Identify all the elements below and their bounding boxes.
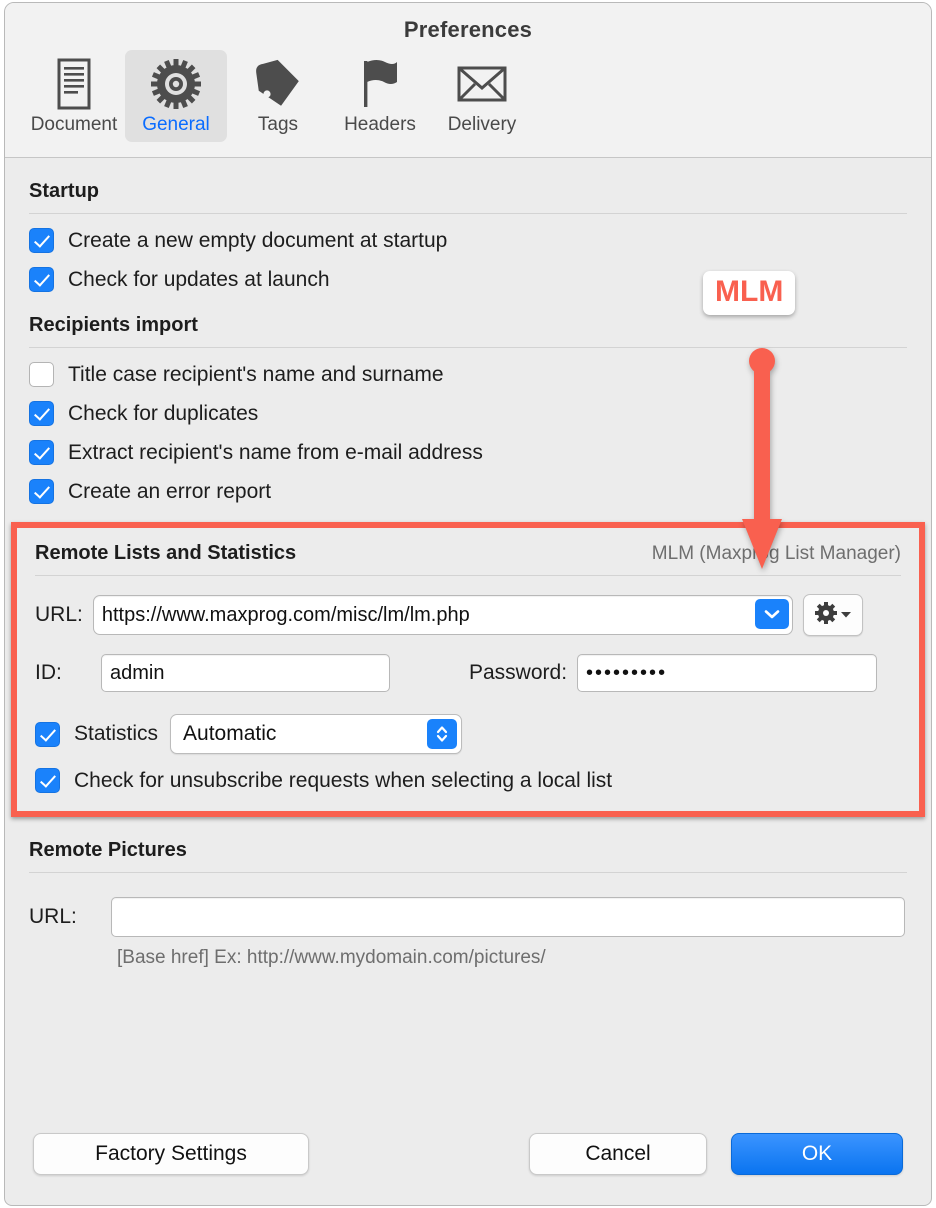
remote-pictures-url-row: URL:: [29, 897, 907, 937]
toolbar: Document General Tags Headers Delivery: [5, 50, 931, 142]
divider: [29, 213, 907, 214]
toolbar-item-tags[interactable]: Tags: [227, 50, 329, 142]
remote-lists-password-input[interactable]: •••••••••: [577, 654, 878, 692]
checkbox-row-statistics[interactable]: Statistics Automatic: [35, 714, 901, 754]
toolbar-label-general: General: [142, 114, 210, 135]
toolbar-item-document[interactable]: Document: [23, 50, 125, 142]
tag-icon: [227, 56, 329, 112]
envelope-icon: [431, 56, 533, 112]
section-title-remote-pictures: Remote Pictures: [29, 839, 187, 861]
checkbox-statistics[interactable]: [35, 721, 60, 747]
remote-lists-id-label: ID:: [35, 661, 62, 684]
window-title: Preferences: [403, 17, 533, 42]
statistics-select[interactable]: Automatic: [170, 714, 463, 754]
dialog-footer: Factory Settings Cancel OK: [5, 1133, 931, 1175]
checkbox-check-duplicates[interactable]: [29, 401, 54, 426]
divider: [29, 872, 907, 873]
remote-lists-url-label: URL:: [35, 603, 83, 626]
checkbox-create-new-document[interactable]: [29, 228, 54, 253]
toolbar-item-delivery[interactable]: Delivery: [431, 50, 533, 142]
remote-pictures-url-label: URL:: [29, 905, 77, 928]
chevron-down-icon[interactable]: [754, 599, 789, 629]
remote-pictures-hint: [Base href] Ex: http://www.mydomain.com/…: [117, 947, 546, 968]
remote-lists-credentials-row: ID: admin Password: •••••••••: [35, 654, 901, 692]
checkbox-error-report[interactable]: [29, 479, 54, 504]
remote-lists-password-label: Password:: [469, 661, 568, 684]
toolbar-item-general[interactable]: General: [125, 50, 227, 142]
checkbox-label-extract-name: Extract recipient's name from e-mail add…: [68, 440, 483, 464]
section-title-recipients-import: Recipients import: [29, 314, 198, 336]
checkbox-check-updates[interactable]: [29, 267, 54, 292]
flag-icon: [329, 56, 431, 112]
toolbar-label-document: Document: [30, 114, 118, 135]
annotation-badge-mlm: MLM: [703, 271, 796, 315]
checkbox-title-case[interactable]: [29, 362, 54, 387]
checkbox-label-create-new-document: Create a new empty document at startup: [68, 228, 448, 252]
chevron-up-down-icon[interactable]: [427, 719, 458, 749]
remote-lists-url-input[interactable]: https://www.maxprog.com/misc/lm/lm.php: [92, 595, 793, 635]
gear-icon: [125, 56, 227, 112]
remote-lists-gear-menu-button[interactable]: [802, 594, 863, 636]
preferences-window: Preferences Document General Tags Header…: [4, 2, 932, 1206]
section-title-startup: Startup: [29, 180, 99, 202]
toolbar-label-headers: Headers: [344, 114, 416, 135]
remote-lists-highlight-box: Remote Lists and Statistics MLM (Maxprog…: [11, 522, 925, 817]
remote-pictures-url-input[interactable]: [111, 897, 905, 937]
checkbox-label-unsubscribe: Check for unsubscribe requests when sele…: [74, 768, 613, 792]
checkbox-label-error-report: Create an error report: [68, 479, 272, 503]
checkbox-row-create-new-document[interactable]: Create a new empty document at startup: [29, 228, 907, 253]
checkbox-row-unsubscribe[interactable]: Check for unsubscribe requests when sele…: [35, 768, 901, 793]
remote-lists-password-value: •••••••••: [586, 661, 668, 684]
remote-lists-url-row: URL: https://www.maxprog.com/misc/lm/lm.…: [35, 594, 901, 636]
checkbox-unsubscribe[interactable]: [35, 768, 60, 793]
remote-lists-url-value: https://www.maxprog.com/misc/lm/lm.php: [101, 603, 470, 626]
checkbox-label-statistics: Statistics: [74, 722, 159, 745]
ok-button[interactable]: OK: [731, 1133, 903, 1175]
cancel-button[interactable]: Cancel: [529, 1133, 707, 1175]
gear-icon: [814, 601, 838, 630]
title-bar: Preferences Document General Tags Header…: [5, 3, 931, 158]
toolbar-label-tags: Tags: [257, 114, 299, 135]
factory-settings-button[interactable]: Factory Settings: [33, 1133, 309, 1175]
toolbar-label-delivery: Delivery: [447, 114, 517, 135]
section-title-remote-lists: Remote Lists and Statistics: [35, 542, 297, 564]
checkbox-label-check-duplicates: Check for duplicates: [68, 401, 259, 425]
checkbox-extract-name[interactable]: [29, 440, 54, 465]
caret-down-icon: [840, 606, 852, 624]
remote-lists-id-value: admin: [110, 661, 165, 684]
toolbar-item-headers[interactable]: Headers: [329, 50, 431, 142]
checkbox-label-check-updates: Check for updates at launch: [68, 267, 330, 291]
document-icon: [23, 56, 125, 112]
annotation-arrow-down: [742, 348, 782, 569]
checkbox-label-title-case: Title case recipient's name and surname: [68, 362, 444, 386]
remote-lists-id-input[interactable]: admin: [101, 654, 390, 692]
statistics-select-value: Automatic: [183, 722, 277, 745]
